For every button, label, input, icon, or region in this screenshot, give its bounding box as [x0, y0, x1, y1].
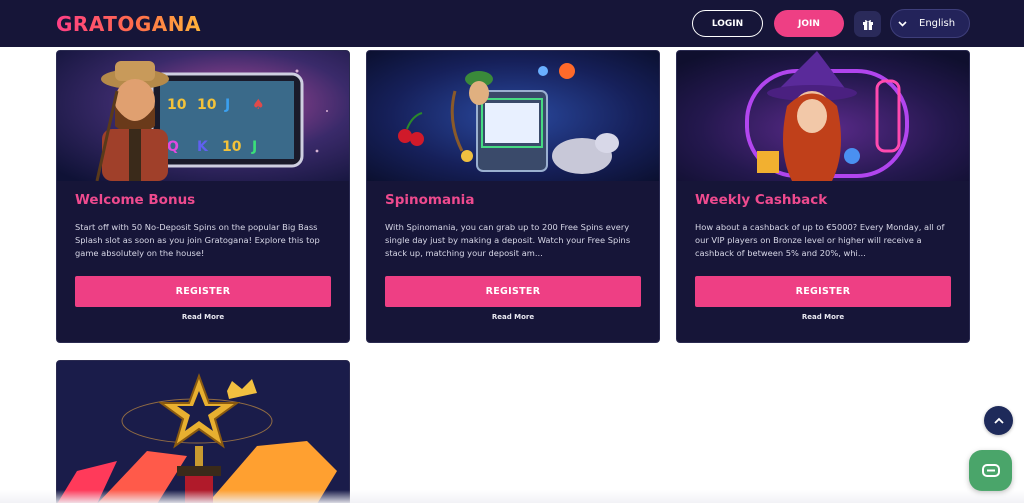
card-description: How about a cashback of up to €5000? Eve… [695, 222, 945, 258]
svg-text:10: 10 [167, 97, 187, 113]
card-title: Spinomania [385, 192, 475, 208]
language-label: English [919, 18, 956, 29]
bottom-fade [0, 490, 1024, 503]
chevron-down-icon [891, 20, 913, 27]
scroll-to-top-button[interactable] [984, 406, 1013, 435]
promo-card-star [56, 360, 350, 503]
card-description: Start off with 50 No-Deposit Spins on th… [75, 222, 320, 258]
chat-button[interactable] [969, 450, 1012, 491]
top-header: GRATOGANA LOGIN JOIN English [0, 0, 1024, 47]
card-title: Welcome Bonus [75, 192, 196, 208]
witch-slot-image [677, 51, 969, 181]
fisherman-slot-image: 10 10 J ♠ Q K 10 J [57, 51, 349, 181]
register-button[interactable]: REGISTER [385, 276, 641, 307]
join-button[interactable]: JOIN [774, 10, 844, 37]
language-selector[interactable]: English [890, 9, 970, 38]
chevron-up-icon [993, 417, 1004, 424]
site-logo[interactable]: GRATOGANA [56, 12, 201, 36]
promo-card-welcome-bonus: 10 10 J ♠ Q K 10 J Welcome Bonus Start off wit… [56, 50, 350, 343]
svg-text:Q: Q [167, 139, 179, 155]
chat-bubble-icon [981, 463, 1000, 477]
svg-text:♠: ♠ [252, 97, 265, 113]
svg-text:K: K [197, 139, 209, 155]
svg-text:J: J [251, 139, 257, 155]
svg-text:10: 10 [197, 97, 217, 113]
login-button[interactable]: LOGIN [692, 10, 763, 37]
read-more-link[interactable]: Read More [695, 313, 951, 321]
register-button[interactable]: REGISTER [75, 276, 331, 307]
card-description: With Spinomania, you can grab up to 200 … [385, 222, 631, 258]
register-button[interactable]: REGISTER [695, 276, 951, 307]
gift-icon [862, 20, 873, 30]
read-more-link[interactable]: Read More [75, 313, 331, 321]
promo-card-weekly-cashback: Weekly Cashback How about a cashback of … [676, 50, 970, 343]
promo-card-spinomania: Spinomania With Spinomania, you can grab… [366, 50, 660, 343]
svg-text:J: J [224, 97, 230, 113]
archer-slot-machine-image [367, 51, 659, 181]
gift-button[interactable] [854, 11, 881, 37]
svg-text:10: 10 [222, 139, 242, 155]
read-more-link[interactable]: Read More [385, 313, 641, 321]
card-title: Weekly Cashback [695, 192, 828, 208]
gold-star-trophy-image [57, 361, 349, 503]
